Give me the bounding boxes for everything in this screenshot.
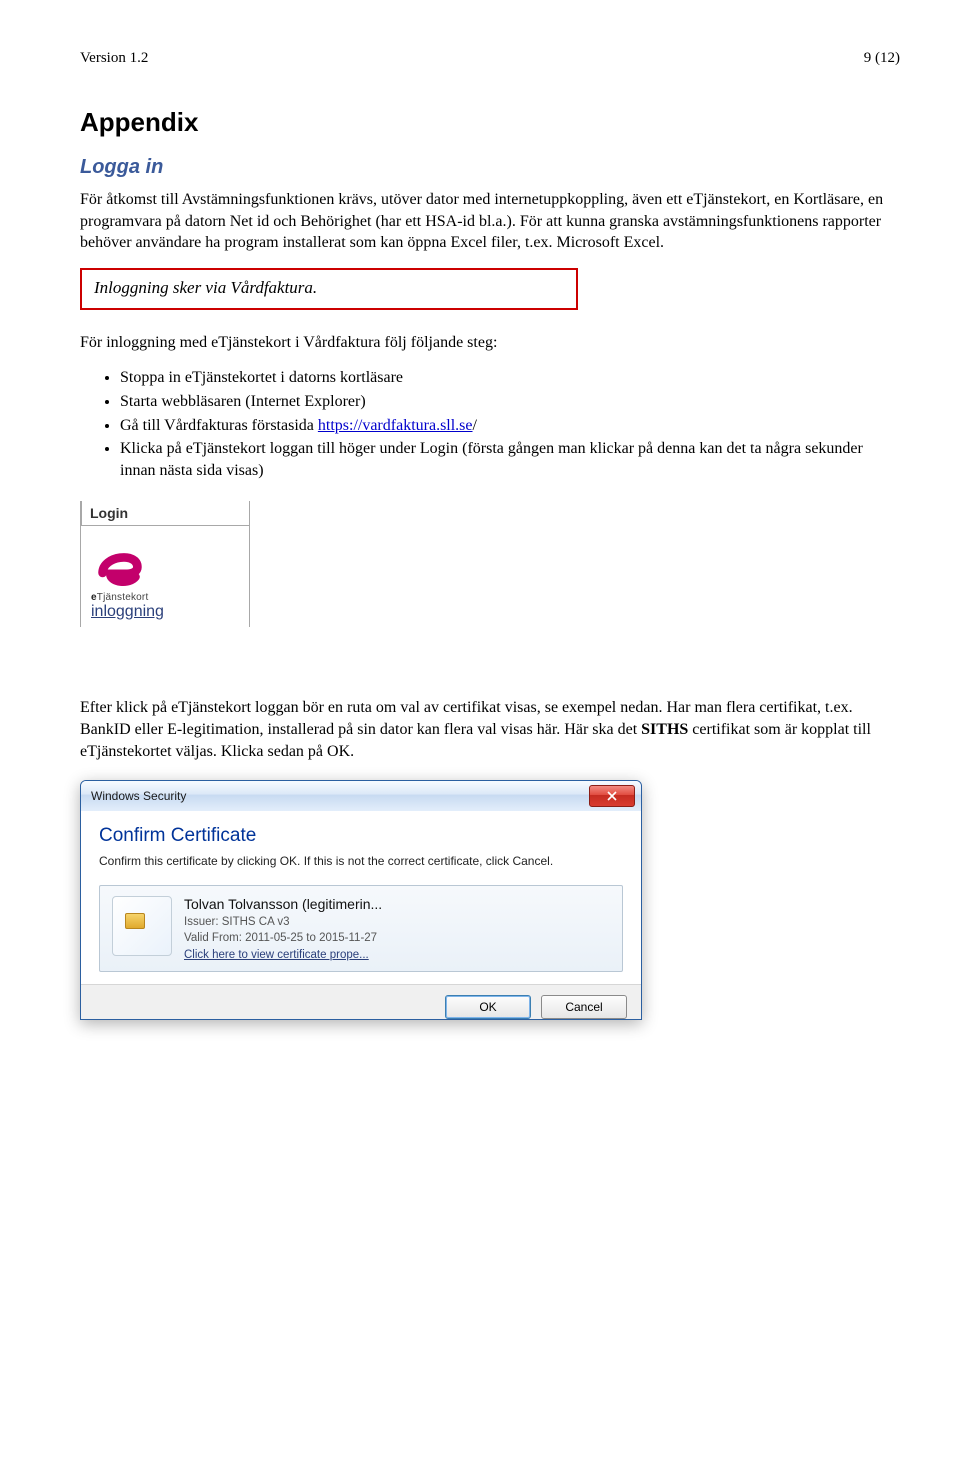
list-item: Stoppa in eTjänstekortet i datorns kortl…: [120, 367, 900, 389]
certificate-issuer: Issuer: SITHS CA v3: [184, 914, 382, 930]
windows-security-dialog: Windows Security Confirm Certificate Con…: [80, 780, 642, 1019]
list-item-text: Gå till Vårdfakturas förstasida: [120, 417, 318, 434]
page-header: Version 1.2 9 (12): [80, 50, 900, 67]
close-button[interactable]: [589, 785, 635, 807]
valid-label: Valid From:: [184, 932, 245, 944]
certificate-name: Tolvan Tolvansson (legitimerin...: [184, 896, 382, 912]
list-item: Klicka på eTjänstekort loggan till höger…: [120, 438, 900, 481]
cancel-button[interactable]: Cancel: [541, 995, 627, 1019]
steps-intro: För inloggning med eTjänstekort i Vårdfa…: [80, 332, 900, 354]
list-item: Starta webbläsaren (Internet Explorer): [120, 391, 900, 413]
page-number: 9 (12): [864, 50, 900, 67]
smartcard-icon: [112, 896, 172, 956]
ok-button[interactable]: OK: [445, 995, 531, 1019]
dialog-instruction: Confirm this certificate by clicking OK.…: [99, 853, 623, 869]
version-label: Version 1.2: [80, 50, 148, 67]
highlight-text: Inloggning sker via Vårdfaktura.: [94, 278, 317, 297]
siths-bold: SITHS: [641, 721, 688, 738]
after-login-paragraph: Efter klick på eTjänstekort loggan bör e…: [80, 697, 900, 762]
certificate-card[interactable]: Tolvan Tolvansson (legitimerin... Issuer…: [99, 885, 623, 971]
view-certificate-link[interactable]: Click here to view certificate prope...: [184, 949, 369, 961]
etjanstekort-brand: eTjänstekort: [91, 592, 239, 603]
login-widget: Login eTjänstekort inloggning: [80, 501, 250, 627]
login-widget-title: Login: [81, 501, 249, 526]
certificate-info: Tolvan Tolvansson (legitimerin... Issuer…: [184, 896, 382, 960]
list-item-text: /: [473, 417, 477, 434]
dialog-title: Windows Security: [91, 789, 186, 803]
dialog-heading: Confirm Certificate: [99, 825, 623, 847]
vardfaktura-link[interactable]: https://vardfaktura.sll.se: [318, 417, 473, 434]
steps-list: Stoppa in eTjänstekortet i datorns kortl…: [80, 367, 900, 481]
certificate-validity: Valid From: 2011-05-25 to 2015-11-27: [184, 930, 382, 946]
close-icon: [607, 791, 617, 801]
issuer-value: SITHS CA v3: [222, 916, 290, 928]
highlight-box: Inloggning sker via Vårdfaktura.: [80, 268, 578, 310]
inloggning-link[interactable]: inloggning: [91, 603, 164, 621]
etjanstekort-logo-icon[interactable]: [91, 542, 149, 590]
dialog-titlebar: Windows Security: [81, 781, 641, 811]
valid-value: 2011-05-25 to 2015-11-27: [245, 932, 377, 944]
appendix-heading: Appendix: [80, 107, 900, 138]
issuer-label: Issuer:: [184, 916, 222, 928]
section-heading: Logga in: [80, 156, 900, 179]
dialog-button-row: OK Cancel: [81, 984, 641, 1019]
brand-rest: Tjänstekort: [97, 592, 149, 603]
list-item: Gå till Vårdfakturas förstasida https://…: [120, 415, 900, 437]
intro-paragraph: För åtkomst till Avstämningsfunktionen k…: [80, 189, 900, 254]
